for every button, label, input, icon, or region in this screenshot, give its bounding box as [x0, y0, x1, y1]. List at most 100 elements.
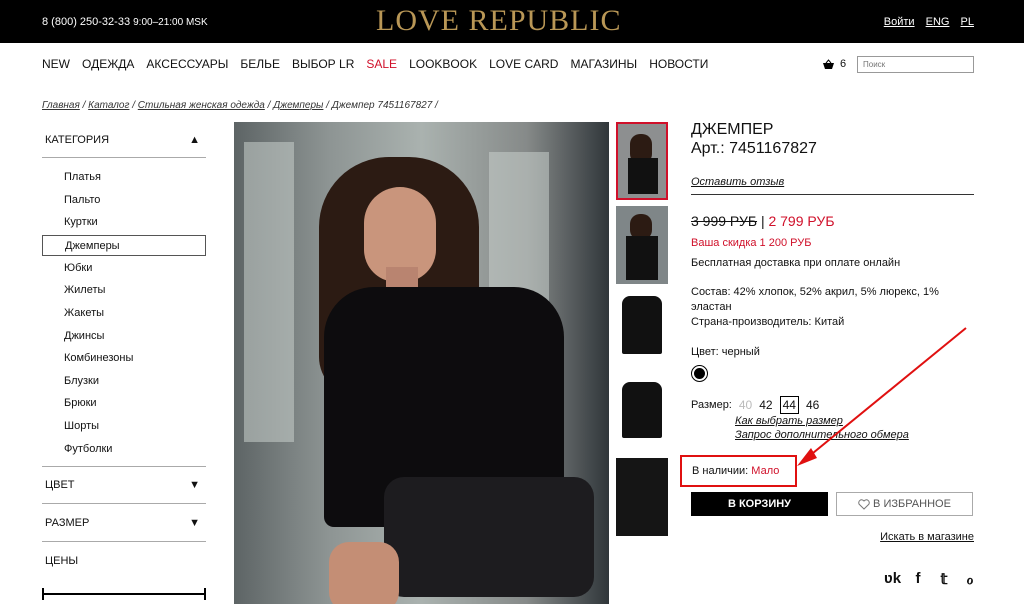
- price-block: 3 999 РУБ | 2 799 РУБ: [691, 213, 974, 229]
- availability-value: Мало: [751, 465, 780, 477]
- composition-block: Состав: 42% хлопок, 52% акрил, 5% люрекс…: [691, 285, 974, 330]
- social-share: ʋk f 𝕥 ℴ: [884, 570, 978, 588]
- category-item[interactable]: Блузки: [42, 370, 206, 393]
- background-window: [244, 142, 294, 442]
- cart[interactable]: 6: [822, 58, 846, 70]
- phone-text: 8 (800) 250-32-33: [42, 16, 131, 28]
- find-in-store-link[interactable]: Искать в магазине: [880, 531, 974, 543]
- nav-lingerie[interactable]: БЕЛЬЕ: [240, 57, 280, 71]
- lang-pl-link[interactable]: PL: [961, 16, 974, 28]
- color-title: ЦВЕТ: [45, 479, 75, 492]
- logo-republic: REPUBLIC: [468, 4, 622, 37]
- nav-news[interactable]: НОВОСТИ: [649, 57, 708, 71]
- size-option[interactable]: 46: [806, 398, 819, 412]
- category-item[interactable]: Жакеты: [42, 302, 206, 325]
- breadcrumb-catalog[interactable]: Каталог: [88, 100, 129, 111]
- category-item[interactable]: Футболки: [42, 438, 206, 461]
- size-guide-link[interactable]: Как выбрать размер: [735, 414, 974, 428]
- category-item[interactable]: Жилеты: [42, 279, 206, 302]
- price-filter-header[interactable]: ЦЕНЫ: [42, 542, 206, 580]
- discount-text: Ваша скидка 1 200 РУБ: [691, 237, 812, 249]
- thumbnail[interactable]: [616, 206, 668, 284]
- category-item[interactable]: Куртки: [42, 211, 206, 234]
- model-skirt: [384, 477, 594, 597]
- chevron-down-icon: ▼: [189, 516, 200, 529]
- category-item[interactable]: Юбки: [42, 257, 206, 280]
- nav-new[interactable]: NEW: [42, 57, 70, 71]
- product-article: Арт.: 7451167827: [691, 140, 817, 157]
- model-leg: [329, 542, 399, 604]
- login-link[interactable]: Войти: [884, 16, 915, 28]
- price-title: ЦЕНЫ: [45, 555, 79, 568]
- thumbnail[interactable]: [616, 374, 668, 452]
- size-request-link[interactable]: Запрос дополнительного обмера: [735, 428, 974, 442]
- old-price: 3 999 РУБ: [691, 213, 758, 229]
- breadcrumb-home[interactable]: Главная: [42, 100, 80, 111]
- breadcrumb: Главная / Каталог / Стильная женская оде…: [42, 100, 438, 111]
- size-option-selected[interactable]: 44: [779, 396, 799, 414]
- category-item[interactable]: Джинсы: [42, 325, 206, 348]
- size-title: РАЗМЕР: [45, 516, 90, 529]
- category-item[interactable]: Шорты: [42, 415, 206, 438]
- size-links: Как выбрать размер Запрос дополнительног…: [735, 414, 974, 442]
- category-item[interactable]: Платья: [42, 166, 206, 189]
- thumbnail[interactable]: [616, 290, 668, 368]
- nav-clothing[interactable]: ОДЕЖДА: [82, 57, 134, 71]
- color-swatch-black[interactable]: [691, 365, 708, 382]
- category-filter-header[interactable]: КАТЕГОРИЯ ▲: [42, 122, 206, 158]
- lang-eng-link[interactable]: ENG: [926, 16, 950, 28]
- odnoklassniki-icon[interactable]: ℴ: [962, 570, 978, 588]
- filter-sidebar: КАТЕГОРИЯ ▲ Платья Пальто Куртки Джемпер…: [42, 122, 206, 580]
- color-filter-header[interactable]: ЦВЕТ ▼: [42, 466, 206, 505]
- category-item-active[interactable]: Джемперы: [42, 234, 206, 256]
- add-to-cart-button[interactable]: В КОРЗИНУ: [691, 492, 828, 516]
- breadcrumb-womens-clothing[interactable]: Стильная женская одежда: [138, 100, 265, 111]
- facebook-icon[interactable]: f: [910, 570, 926, 588]
- nav-lookbook[interactable]: LOOKBOOK: [409, 57, 477, 71]
- breadcrumb-current: Джемпер 7451167827: [331, 100, 433, 111]
- color-label: Цвет: черный: [691, 346, 760, 358]
- size-selector: Размер: 40 42 44 46: [691, 396, 974, 414]
- category-list: Платья Пальто Куртки Джемперы Юбки Жилет…: [42, 158, 206, 460]
- breadcrumb-jumpers[interactable]: Джемперы: [273, 100, 323, 111]
- price-separator: |: [760, 213, 765, 229]
- thumbnail-strip: [616, 122, 668, 542]
- working-hours: 9:00–21:00 MSK: [133, 17, 208, 28]
- availability-label: В наличии:: [692, 465, 749, 477]
- heart-icon: [858, 499, 870, 510]
- category-item[interactable]: Комбинезоны: [42, 347, 206, 370]
- thumbnail-selected[interactable]: [616, 122, 668, 200]
- category-item[interactable]: Брюки: [42, 392, 206, 415]
- twitter-icon[interactable]: 𝕥: [936, 570, 952, 588]
- product-info: ДЖЕМПЕР Арт.: 7451167827 Оставить отзыв …: [691, 120, 974, 442]
- basket-icon: [823, 58, 834, 69]
- favorites-label: В ИЗБРАННОЕ: [873, 498, 951, 510]
- price-range-slider[interactable]: [42, 588, 206, 600]
- category-item[interactable]: Пальто: [42, 189, 206, 212]
- brand-logo[interactable]: LOVE REPUBLIC: [376, 4, 622, 38]
- product-main-image[interactable]: [234, 122, 609, 604]
- top-bar: 8 (800) 250-32-33 9:00–21:00 MSK LOVE RE…: [0, 0, 1024, 43]
- phone-number[interactable]: 8 (800) 250-32-33 9:00–21:00 MSK: [42, 16, 208, 28]
- add-to-favorites-button[interactable]: В ИЗБРАННОЕ: [836, 492, 973, 516]
- size-filter-header[interactable]: РАЗМЕР ▼: [42, 504, 206, 543]
- size-label: Размер:: [691, 399, 732, 411]
- nav-stores[interactable]: МАГАЗИНЫ: [570, 57, 637, 71]
- nav-love-card[interactable]: LOVE CARD: [489, 57, 558, 71]
- thumbnail[interactable]: [616, 458, 668, 536]
- nav-sale[interactable]: SALE: [366, 57, 397, 71]
- leave-review-link[interactable]: Оставить отзыв: [691, 176, 974, 195]
- composition-text: Состав: 42% хлопок, 52% акрил, 5% люрекс…: [691, 286, 939, 313]
- logo-love: LOVE: [376, 4, 460, 37]
- search-input[interactable]: [857, 56, 974, 73]
- nav-accessories[interactable]: АКСЕССУАРЫ: [146, 57, 228, 71]
- sale-price: 2 799 РУБ: [768, 213, 835, 229]
- main-nav: NEW ОДЕЖДА АКСЕССУАРЫ БЕЛЬЕ ВЫБОР LR SAL…: [42, 57, 720, 71]
- chevron-up-icon: ▲: [189, 133, 200, 146]
- nav-lr-choice[interactable]: ВЫБОР LR: [292, 57, 354, 71]
- availability-status: В наличии: Мало: [680, 455, 797, 487]
- chevron-down-icon: ▼: [189, 479, 200, 492]
- vk-icon[interactable]: ʋk: [884, 570, 901, 588]
- product-title: ДЖЕМПЕР: [691, 121, 774, 138]
- size-option[interactable]: 42: [759, 398, 772, 412]
